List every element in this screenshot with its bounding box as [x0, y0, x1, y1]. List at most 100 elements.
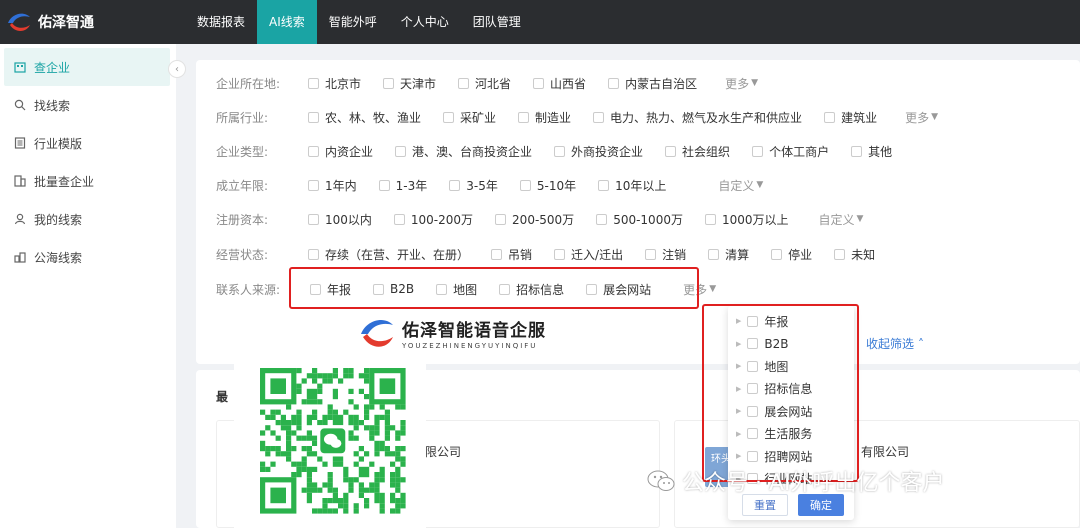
- checkbox[interactable]: [554, 145, 566, 157]
- checkbox[interactable]: [308, 111, 319, 123]
- filter-option[interactable]: 山西省: [533, 75, 586, 92]
- checkbox[interactable]: [495, 213, 507, 225]
- section-title: 最: [216, 390, 229, 404]
- filter-option[interactable]: 100-200万: [393, 211, 473, 228]
- confirm-button[interactable]: 确定: [798, 494, 844, 516]
- checkbox[interactable]: [491, 248, 503, 260]
- checkbox[interactable]: [593, 111, 605, 123]
- checkbox[interactable]: [458, 77, 470, 89]
- filter-option[interactable]: 内蒙古自治区: [608, 75, 697, 92]
- collapse-filter-link[interactable]: 收起筛选 ˄: [866, 335, 924, 352]
- more-dropdown[interactable]: 更多 ▼: [725, 75, 758, 92]
- nav-ai-leads[interactable]: AI线索: [257, 0, 317, 44]
- filter-option[interactable]: 建筑业: [824, 109, 877, 126]
- sidebar-item-my-leads[interactable]: 我的线索: [0, 200, 176, 238]
- checkbox[interactable]: [395, 145, 407, 157]
- checkbox[interactable]: [851, 145, 863, 157]
- checkbox[interactable]: [383, 77, 395, 89]
- filter-option[interactable]: 电力、热力、燃气及水生产和供应业: [593, 109, 802, 126]
- filter-option[interactable]: 天津市: [383, 75, 436, 92]
- checkbox[interactable]: [393, 213, 405, 225]
- filter-option[interactable]: 停业: [771, 246, 812, 263]
- checkbox[interactable]: [308, 77, 319, 89]
- checkbox[interactable]: [378, 179, 390, 191]
- option-label: 1-3年: [395, 178, 428, 193]
- filter-option[interactable]: 社会组织: [665, 143, 730, 160]
- filter-option[interactable]: 1-3年: [378, 177, 428, 194]
- checkbox[interactable]: [308, 145, 319, 157]
- filter-option[interactable]: 100以内: [308, 211, 372, 228]
- filter-option[interactable]: 吊销: [491, 246, 532, 263]
- checkbox[interactable]: [443, 111, 455, 123]
- filter-option[interactable]: 未知: [834, 246, 875, 263]
- reset-button[interactable]: 重置: [742, 494, 788, 516]
- sidebar: 查企业 找线索 行业模版 批量查企业 我的线索 公海线索: [0, 44, 176, 528]
- filter-option[interactable]: 注销: [645, 246, 686, 263]
- checkbox[interactable]: [645, 248, 657, 260]
- nav-team-management[interactable]: 团队管理: [461, 0, 533, 44]
- more-label: 更多: [725, 76, 750, 91]
- sidebar-item-query-company[interactable]: 查企业: [4, 48, 170, 86]
- sidebar-collapse-button[interactable]: ‹: [168, 60, 186, 78]
- checkbox[interactable]: [308, 213, 319, 225]
- checkbox[interactable]: [308, 179, 319, 191]
- checkbox[interactable]: [596, 213, 608, 225]
- filter-option[interactable]: 5-10年: [519, 177, 576, 194]
- caret-down-icon: ▼: [931, 112, 939, 122]
- sidebar-item-find-leads[interactable]: 找线索: [0, 86, 176, 124]
- dropdown-actions: 重置 确定: [742, 494, 844, 516]
- highlight-box-dropdown: [702, 304, 859, 482]
- checkbox[interactable]: [519, 179, 531, 191]
- option-label: 吊销: [508, 247, 533, 262]
- filter-option[interactable]: 外商投资企业: [554, 143, 643, 160]
- filter-option[interactable]: 存续（在营、开业、在册）: [308, 246, 469, 263]
- filter-option[interactable]: 河北省: [458, 75, 511, 92]
- nav-personal-center[interactable]: 个人中心: [389, 0, 461, 44]
- filter-option[interactable]: 内资企业: [308, 143, 373, 160]
- custom-dropdown[interactable]: 自定义 ▼: [718, 177, 763, 194]
- checkbox[interactable]: [518, 111, 530, 123]
- checkbox[interactable]: [533, 77, 545, 89]
- checkbox[interactable]: [449, 179, 461, 191]
- filter-option[interactable]: 1000万以上: [704, 211, 789, 228]
- filter-option[interactable]: 500-1000万: [596, 211, 683, 228]
- collapse-filter-label: 收起筛选: [866, 337, 915, 351]
- checkbox[interactable]: [771, 248, 783, 260]
- sidebar-item-industry-template[interactable]: 行业模版: [0, 124, 176, 162]
- filter-option[interactable]: 采矿业: [443, 109, 496, 126]
- sidebar-item-public-pool[interactable]: 公海线索: [0, 238, 176, 276]
- checkbox[interactable]: [704, 213, 716, 225]
- nav-smart-call[interactable]: 智能外呼: [317, 0, 389, 44]
- filter-option[interactable]: 港、澳、台商投资企业: [395, 143, 532, 160]
- checkbox[interactable]: [824, 111, 836, 123]
- sidebar-item-batch-query[interactable]: 批量查企业: [0, 162, 176, 200]
- custom-dropdown[interactable]: 自定义 ▼: [819, 211, 864, 228]
- filter-option[interactable]: 清算: [708, 246, 749, 263]
- option-label: 制造业: [535, 110, 572, 125]
- filter-row-location: 企业所在地: 北京市 天津市 河北省 山西省 内蒙古自治区 更多 ▼: [216, 73, 758, 93]
- checkbox[interactable]: [665, 145, 677, 157]
- checkbox[interactable]: [708, 248, 720, 260]
- checkbox[interactable]: [834, 248, 846, 260]
- filter-label: 经营状态:: [216, 247, 269, 262]
- filter-option[interactable]: 10年以上: [598, 177, 666, 194]
- checkbox[interactable]: [308, 248, 319, 260]
- app-logo[interactable]: 佑泽智通: [0, 11, 185, 33]
- filter-option[interactable]: 农、林、牧、渔业: [308, 109, 421, 126]
- filter-option[interactable]: 3-5年: [449, 177, 498, 194]
- checkbox[interactable]: [752, 145, 764, 157]
- filter-option[interactable]: 个体工商户: [752, 143, 829, 160]
- checkbox[interactable]: [608, 77, 620, 89]
- filter-option[interactable]: 迁入/迁出: [554, 246, 623, 263]
- more-dropdown[interactable]: 更多 ▼: [905, 109, 938, 126]
- filter-option[interactable]: 200-500万: [495, 211, 574, 228]
- checkbox[interactable]: [554, 248, 566, 260]
- chevron-left-icon: ‹: [175, 63, 179, 75]
- filter-option[interactable]: 1年内: [308, 177, 357, 194]
- filter-option[interactable]: 制造业: [518, 109, 571, 126]
- filter-option[interactable]: 北京市: [308, 75, 361, 92]
- nav-data-report[interactable]: 数据报表: [185, 0, 257, 44]
- checkbox[interactable]: [598, 179, 610, 191]
- filter-option[interactable]: 其他: [851, 143, 892, 160]
- option-label: 采矿业: [460, 110, 497, 125]
